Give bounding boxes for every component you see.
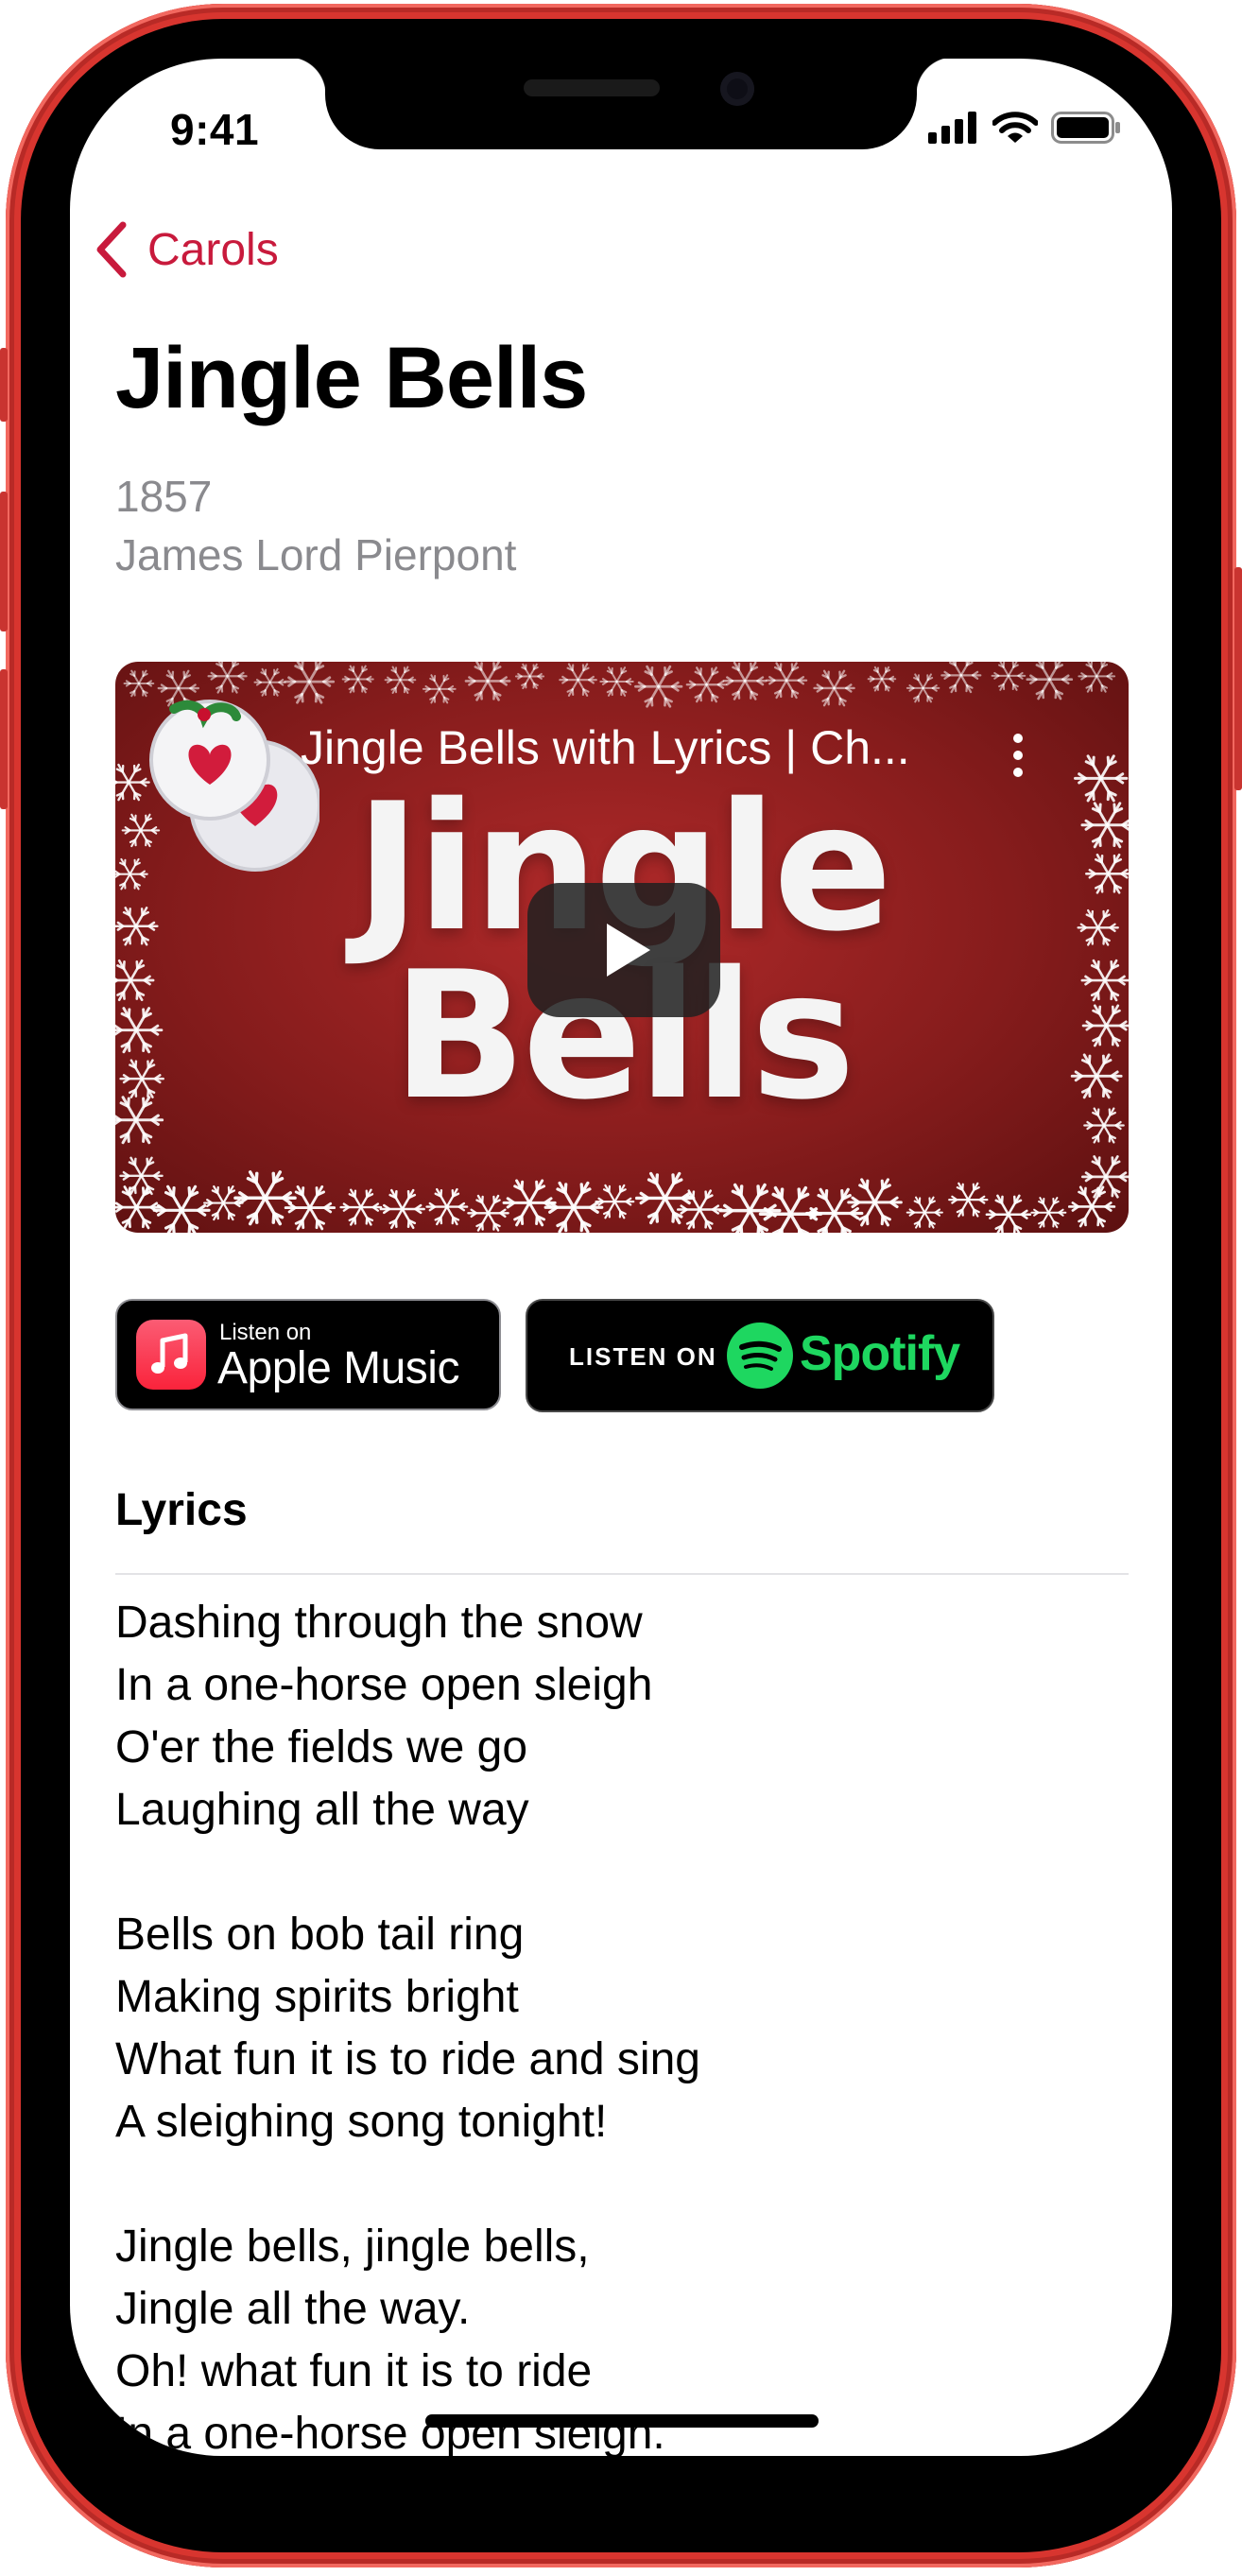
lyrics-body: Dashing through the snow In a one-horse …	[115, 1592, 1129, 2456]
lyric-line: Making spirits bright	[115, 1972, 519, 2022]
front-camera	[720, 72, 754, 106]
battery-icon	[1051, 112, 1120, 144]
spotify-small-label: LISTEN ON	[569, 1342, 717, 1371]
speaker-grille	[524, 79, 660, 96]
song-composer: James Lord Pierpont	[115, 530, 517, 579]
volume-down-button	[0, 669, 8, 809]
wifi-icon	[992, 112, 1038, 143]
cellular-signal-icon	[928, 112, 976, 144]
lyric-line: Jingle all the way.	[115, 2284, 471, 2334]
back-label: Carols	[147, 224, 279, 275]
lyrics-stanza: Bells on bob tail ring Making spirits br…	[115, 1904, 1129, 2153]
lyric-line: A sleighing song tonight!	[115, 2097, 608, 2147]
power-button	[1234, 567, 1242, 790]
lyric-line: In a one-horse open sleigh.	[115, 2409, 665, 2456]
home-indicator[interactable]	[425, 2414, 819, 2428]
silent-switch	[0, 348, 8, 422]
lyric-line: Oh! what fun it is to ride	[115, 2346, 593, 2396]
status-time: 9:41	[170, 105, 260, 154]
song-title: Jingle Bells	[115, 330, 588, 426]
screen: 9:41 Carols Jingle Bells 1857 James Lord…	[70, 59, 1172, 2456]
more-options-icon[interactable]	[1013, 734, 1025, 785]
lyric-line: O'er the fields we go	[115, 1722, 528, 1772]
channel-logo	[149, 700, 319, 872]
back-button[interactable]: Carols	[95, 221, 279, 278]
notch	[288, 59, 954, 149]
song-year: 1857	[115, 472, 213, 521]
chevron-left-icon	[96, 221, 127, 278]
video-player[interactable]: Jingle Bells Jingle Bells with Lyrics | …	[115, 662, 1129, 1233]
lyrics-stanza: Dashing through the snow In a one-horse …	[115, 1592, 1129, 1841]
spotify-button[interactable]: LISTEN ON Spotify	[526, 1299, 994, 1412]
lyrics-heading: Lyrics	[115, 1485, 248, 1535]
lyric-line: Jingle bells, jingle bells,	[115, 2222, 590, 2272]
status-icons	[928, 112, 1121, 144]
song-meta: 1857 James Lord Pierpont	[115, 467, 516, 584]
play-icon	[607, 924, 650, 977]
lyric-line: Dashing through the snow	[115, 1598, 643, 1648]
video-title: Jingle Bells with Lyrics | Ch...	[301, 721, 910, 774]
spotify-wordmark: Spotify	[800, 1326, 960, 1381]
apple-music-button[interactable]: Listen on Apple Music	[115, 1299, 501, 1410]
lyric-line: Bells on bob tail ring	[115, 1910, 525, 1960]
apple-music-icon	[136, 1320, 206, 1390]
lyric-line: In a one-horse open sleigh	[115, 1660, 653, 1710]
apple-music-label: Apple Music	[217, 1343, 459, 1393]
lyric-line: Laughing all the way	[115, 1785, 529, 1835]
divider	[115, 1573, 1129, 1575]
spotify-icon	[727, 1323, 793, 1389]
lyric-line: What fun it is to ride and sing	[115, 2034, 700, 2084]
volume-up-button	[0, 492, 8, 631]
play-button[interactable]	[527, 883, 720, 1017]
